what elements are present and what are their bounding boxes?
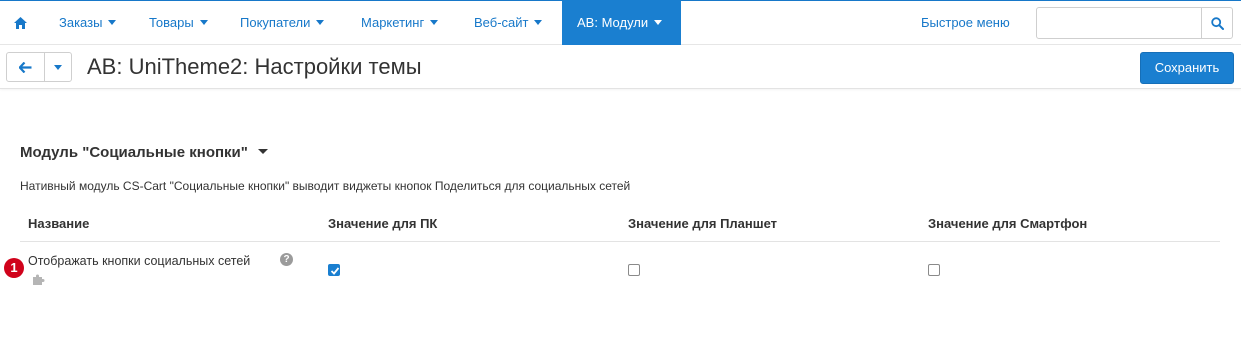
quick-menu-label: Быстрое меню: [921, 15, 1010, 30]
arrow-left-icon: [19, 61, 32, 73]
section-toggle[interactable]: Модуль "Социальные кнопки": [20, 144, 268, 161]
nav-customers-label: Покупатели: [240, 15, 311, 30]
column-tablet: Значение для Планшет: [628, 216, 778, 231]
save-button[interactable]: Сохранить: [1140, 52, 1234, 84]
column-pc: Значение для ПК: [328, 216, 438, 231]
page-title: AB: UniTheme2: Настройки темы: [87, 54, 422, 79]
home-button[interactable]: [0, 0, 40, 45]
nav-customers[interactable]: Покупатели: [240, 0, 325, 45]
nav-marketing-label: Маркетинг: [361, 15, 425, 30]
smartphone-checkbox[interactable]: [928, 264, 940, 276]
back-button-group: [6, 52, 72, 82]
search-box: [1036, 7, 1233, 39]
nav-orders-label: Заказы: [59, 15, 103, 30]
page-toolbar: AB: UniTheme2: Настройки темы Сохранить: [0, 45, 1241, 89]
nav-orders[interactable]: Заказы: [59, 0, 117, 45]
column-name: Название: [28, 216, 90, 231]
chevron-down-icon: [654, 20, 663, 25]
chevron-down-icon: [54, 64, 62, 70]
back-button[interactable]: [7, 53, 45, 81]
chevron-down-icon: [199, 20, 208, 25]
section-description: Нативный модуль CS-Cart "Социальные кноп…: [20, 179, 631, 193]
chevron-down-icon: [430, 20, 439, 25]
search-input[interactable]: [1037, 8, 1201, 38]
puzzle-icon: [33, 274, 45, 285]
nav-products[interactable]: Товары: [149, 0, 208, 45]
nav-website[interactable]: Веб-сайт: [474, 0, 543, 45]
chevron-down-icon: [534, 20, 543, 25]
tablet-checkbox[interactable]: [628, 264, 640, 276]
search-icon: [1210, 16, 1224, 30]
nav-website-label: Веб-сайт: [474, 15, 529, 30]
home-icon: [13, 17, 27, 29]
settings-table-header: Название Значение для ПК Значение для Пл…: [20, 206, 1220, 242]
nav-products-label: Товары: [149, 15, 194, 30]
setting-label: Отображать кнопки социальных сетей: [28, 254, 251, 268]
search-button[interactable]: [1201, 8, 1232, 38]
pc-checkbox[interactable]: [328, 264, 340, 276]
quick-menu-link[interactable]: Быстрое меню: [921, 0, 1010, 45]
nav-ab-modules-label: AB: Модули: [577, 15, 649, 30]
column-smartphone: Значение для Смартфон: [928, 216, 1088, 231]
step-badge: 1: [4, 258, 24, 278]
help-icon[interactable]: ?: [280, 253, 293, 266]
chevron-down-icon: [316, 20, 325, 25]
nav-marketing[interactable]: Маркетинг: [361, 0, 439, 45]
checkmark-icon: [330, 267, 340, 275]
chevron-down-icon: [108, 20, 117, 25]
nav-ab-modules[interactable]: AB: Модули: [562, 0, 681, 45]
caret-down-icon: [257, 149, 268, 154]
section-title: Модуль "Социальные кнопки": [20, 144, 248, 161]
back-dropdown-button[interactable]: [45, 53, 71, 81]
top-navbar: Заказы Товары Покупатели Маркетинг Веб-с…: [0, 0, 1241, 45]
